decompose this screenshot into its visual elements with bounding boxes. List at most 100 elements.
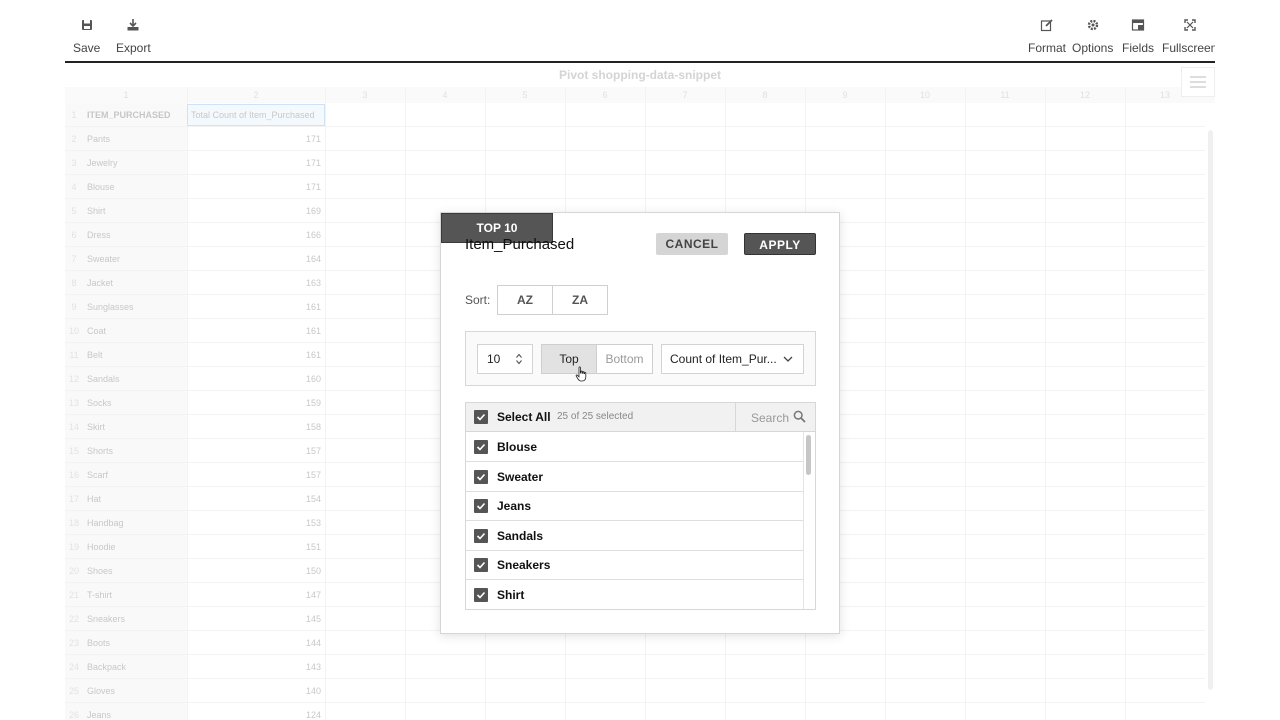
fields-button[interactable]: Fields	[1122, 18, 1154, 55]
table-row[interactable]: 25 Gloves 140	[65, 679, 1205, 703]
row-label: Hat	[87, 494, 102, 504]
mouse-cursor-icon	[575, 366, 587, 382]
row-value: 160	[305, 374, 321, 384]
item-checkbox[interactable]	[474, 499, 488, 514]
row-value: 154	[305, 494, 321, 504]
row-value: 157	[305, 446, 321, 456]
table-row[interactable]: 26 Jeans 124	[65, 703, 1205, 720]
row-field-header[interactable]: ITEM_PURCHASED	[87, 103, 171, 127]
format-label: Format	[1028, 41, 1067, 55]
options-button[interactable]: Options	[1072, 18, 1113, 55]
save-label: Save	[73, 41, 101, 55]
item-label: Sweater	[497, 469, 544, 484]
row-label: Shirt	[87, 206, 106, 216]
row-number: 1	[71, 110, 77, 120]
format-button[interactable]: Format	[1028, 18, 1066, 55]
cancel-button[interactable]: CANCEL	[656, 233, 728, 255]
check-icon	[476, 591, 486, 599]
check-icon	[476, 473, 486, 481]
fields-icon	[1131, 19, 1145, 31]
column-number: 8	[762, 90, 768, 100]
item-checkbox[interactable]	[474, 558, 488, 573]
list-scrollbar-thumb[interactable]	[806, 435, 811, 475]
item-checkbox[interactable]	[474, 528, 488, 543]
column-number: 5	[522, 90, 528, 100]
check-icon	[476, 503, 486, 510]
menu-button[interactable]	[1181, 67, 1215, 97]
left-margin	[0, 0, 65, 720]
search-box[interactable]: Search	[735, 403, 815, 432]
row-number: 26	[68, 710, 79, 720]
list-item[interactable]: Jeans	[466, 491, 803, 522]
row-number: 11	[69, 350, 79, 360]
sort-az-button[interactable]: AZ	[497, 285, 553, 315]
select-all-label[interactable]: Select All	[497, 410, 551, 424]
row-value: 164	[305, 254, 321, 264]
row-label: Skirt	[87, 422, 105, 432]
grid-title: Pivot shopping-data-snippet	[559, 68, 721, 82]
row-value: 144	[305, 638, 321, 648]
list-item[interactable]: Sneakers	[466, 550, 803, 581]
item-label: Jeans	[497, 499, 532, 514]
list-item[interactable]: Blouse	[466, 432, 803, 462]
item-checkbox[interactable]	[474, 469, 488, 484]
fields-label: Fields	[1122, 41, 1155, 55]
count-stepper[interactable]: 10	[477, 344, 533, 374]
row-value: 169	[305, 206, 321, 216]
top-filter-panel: 10 Top Bottom Count of Item_Pur...	[465, 331, 816, 386]
item-checkbox[interactable]	[474, 440, 488, 454]
top-toggle[interactable]: Top	[541, 344, 597, 374]
row-number: 12	[68, 374, 79, 384]
row-value: 161	[305, 350, 321, 360]
column-number: 7	[682, 90, 688, 100]
list-item[interactable]: Shirt	[466, 580, 803, 609]
spinner-icon[interactable]	[516, 353, 522, 365]
row-number: 8	[71, 278, 77, 288]
row-value: 159	[305, 398, 321, 408]
row-value: 158	[305, 422, 321, 432]
item-checkbox[interactable]	[474, 588, 488, 602]
row-number: 14	[68, 422, 79, 432]
row-label: Dress	[87, 230, 111, 240]
row-value: 163	[305, 278, 321, 288]
column-header-row: 1 2 3 4 5 6 7 8 9 10 11 12 13	[65, 87, 1215, 103]
export-button[interactable]: Export	[116, 18, 151, 55]
search-icon[interactable]	[793, 410, 806, 423]
select-all-checkbox[interactable]	[474, 410, 488, 424]
list-item[interactable]: Sweater	[466, 462, 803, 492]
row-number: 7	[71, 254, 77, 264]
check-icon	[476, 562, 486, 570]
row-label: Coat	[87, 326, 107, 336]
row-label: Pants	[87, 134, 111, 144]
fullscreen-button[interactable]: Fullscreen	[1162, 18, 1215, 55]
column-number: 10	[919, 90, 930, 100]
table-row[interactable]: 3 Jewelry 171	[65, 151, 1205, 175]
sort-za-button[interactable]: ZA	[552, 285, 608, 315]
save-button[interactable]: Save	[73, 18, 100, 55]
table-row[interactable]: 4 Blouse 171	[65, 175, 1205, 199]
measure-dropdown[interactable]: Count of Item_Pur...	[661, 344, 804, 374]
menu-icon-bar	[1190, 81, 1206, 83]
value-field-header[interactable]: Total Count of Item_Purchased	[187, 104, 325, 126]
row-value: 151	[305, 542, 321, 552]
column-number: 9	[842, 90, 848, 100]
apply-button[interactable]: APPLY	[744, 233, 816, 255]
check-icon	[476, 443, 486, 451]
item-label: Shirt	[497, 588, 525, 602]
table-row[interactable]: 24 Backpack 143	[65, 655, 1205, 679]
row-label: Sunglasses	[87, 302, 134, 312]
row-number: 24	[68, 662, 79, 672]
row-number: 5	[71, 206, 77, 216]
table-row[interactable]: 23 Boots 144	[65, 631, 1205, 655]
row-value: 171	[305, 182, 321, 192]
export-label: Export	[116, 41, 151, 55]
grid-scrollbar[interactable]	[1208, 130, 1213, 690]
list-item[interactable]: Sandals	[466, 521, 803, 551]
table-row[interactable]: 2 Pants 171	[65, 127, 1205, 151]
row-value: 166	[305, 230, 321, 240]
dialog-title: Item_Purchased	[465, 236, 575, 253]
bottom-toggle[interactable]: Bottom	[597, 344, 653, 374]
row-label: Gloves	[87, 686, 116, 696]
row-number: 21	[68, 590, 79, 600]
row-label: Sneakers	[87, 614, 126, 624]
